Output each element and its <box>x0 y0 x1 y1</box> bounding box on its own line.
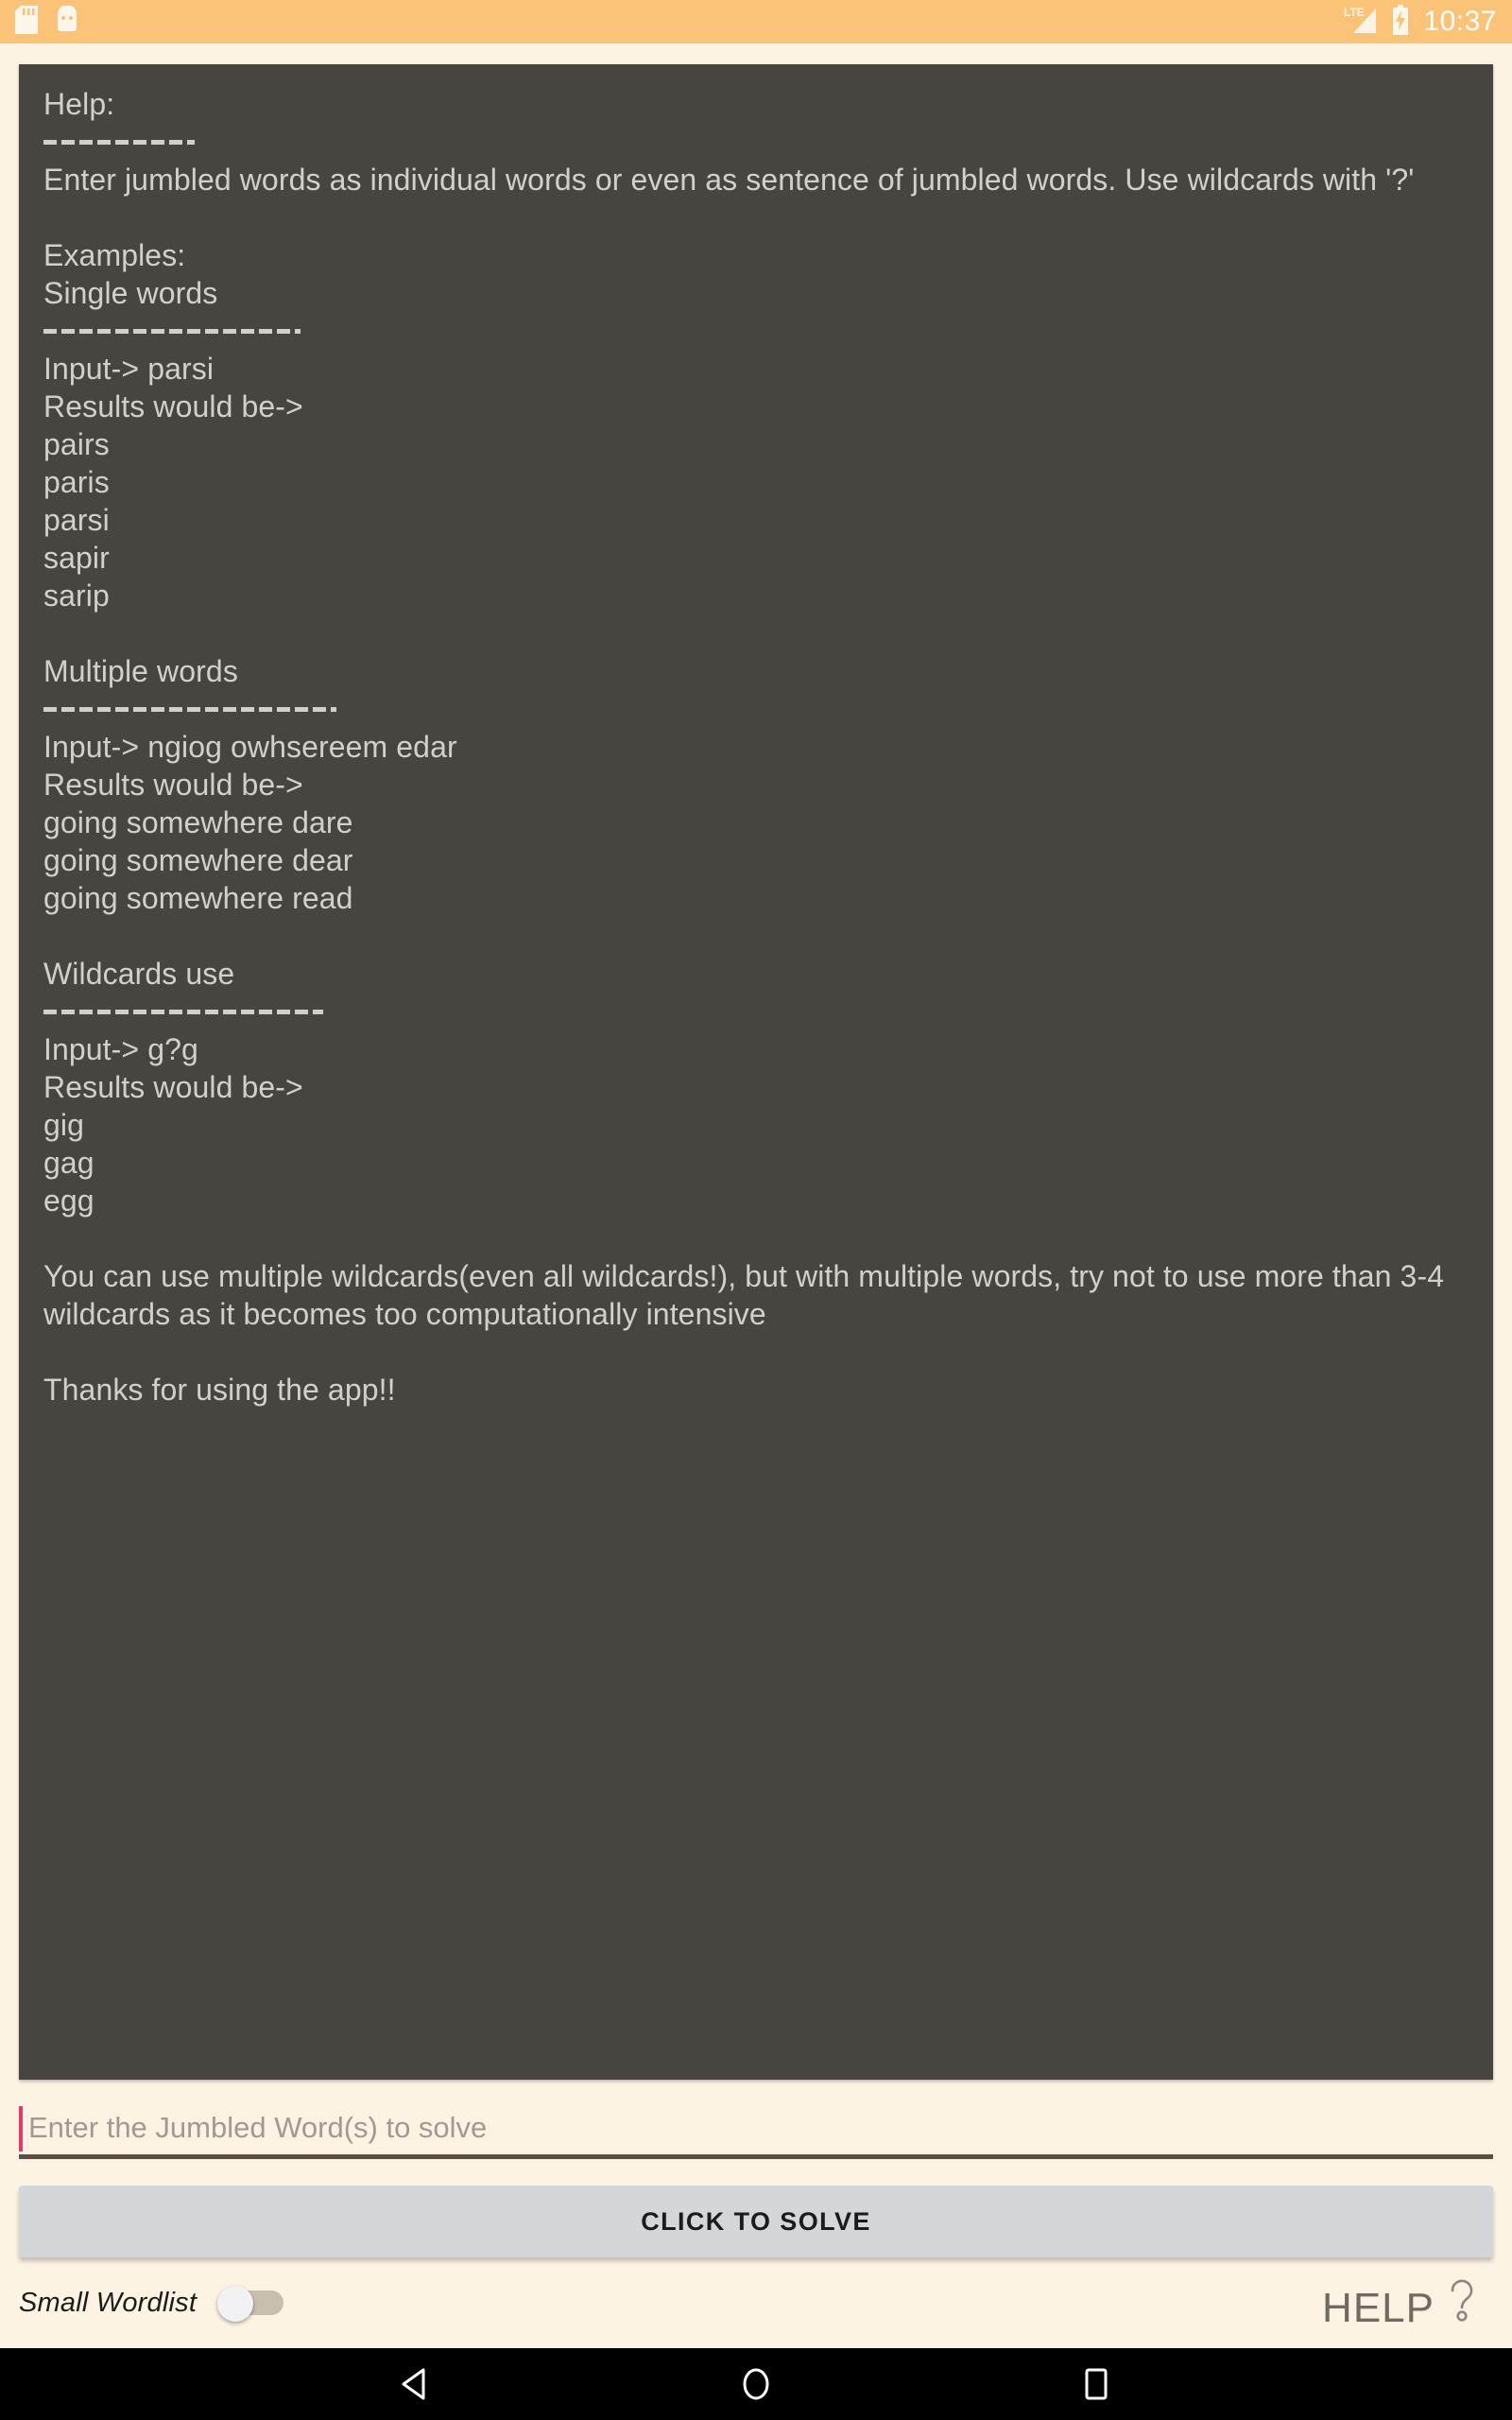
input-row: CLICK TO SOLVE <box>19 2080 1493 2257</box>
home-circle-icon[interactable] <box>713 2348 799 2420</box>
help-blank-line <box>43 1219 1469 1257</box>
status-bar-left-icons <box>15 4 79 39</box>
divider-dashes <box>43 328 301 334</box>
help-blank-line <box>43 614 1469 652</box>
help-line: Wildcards use <box>43 957 235 991</box>
recents-square-icon[interactable] <box>1054 2348 1139 2420</box>
help-line: paris <box>43 465 110 499</box>
help-text-panel: Help: Enter jumbled words as individual w… <box>19 64 1493 2080</box>
help-line: Results would be-> <box>43 1070 303 1104</box>
help-line: going somewhere dare <box>43 805 353 839</box>
lte-signal-icon: LTE <box>1344 5 1382 40</box>
help-blank-line <box>43 917 1469 955</box>
sd-card-icon <box>15 5 38 39</box>
help-line: Results would be-> <box>43 768 303 802</box>
help-button[interactable]: HELP <box>1322 2274 1493 2332</box>
help-line: Input-> ngiog owhsereem edar <box>43 730 457 764</box>
android-icon <box>55 4 79 39</box>
help-divider-rule <box>43 993 1469 1030</box>
help-divider-rule <box>43 312 1469 350</box>
device-screen: LTE 10:37 Help: Enter jumbled words as in… <box>0 0 1512 2420</box>
help-blank-line <box>43 199 1469 236</box>
app-content: Help: Enter jumbled words as individual w… <box>0 43 1512 2348</box>
help-line: going somewhere read <box>43 881 353 915</box>
text-caret <box>19 2106 23 2152</box>
help-line: Multiple words <box>43 654 238 688</box>
help-line: Single words <box>43 276 218 310</box>
help-line: gag <box>43 1146 94 1180</box>
back-triangle-icon[interactable] <box>373 2348 458 2420</box>
help-line: Examples: <box>43 238 186 272</box>
help-line: Input-> g?g <box>43 1032 198 1066</box>
bottom-controls-row: Small Wordlist HELP <box>19 2257 1493 2348</box>
help-blank-line <box>43 1333 1469 1371</box>
status-bar-clock: 10:37 <box>1423 6 1497 37</box>
battery-charging-icon <box>1391 4 1410 40</box>
small-wordlist-toggle[interactable] <box>217 2286 285 2322</box>
help-line: going somewhere dear <box>43 843 353 877</box>
toggle-thumb <box>217 2286 254 2322</box>
status-bar: LTE 10:37 <box>0 0 1512 43</box>
help-line: sapir <box>43 541 110 575</box>
help-line: gig <box>43 1108 85 1142</box>
help-line: Input-> parsi <box>43 352 215 386</box>
help-line: pairs <box>43 427 110 461</box>
android-navigation-bar <box>0 2348 1512 2420</box>
divider-dashes <box>43 706 336 712</box>
help-divider-rule <box>43 690 1469 728</box>
divider-dashes <box>43 1009 323 1014</box>
question-mark-icon <box>1446 2276 1478 2332</box>
help-divider-rule <box>43 123 1469 161</box>
jumbled-word-input[interactable] <box>19 2110 1493 2145</box>
help-line: Help: <box>43 87 115 121</box>
help-line: You can use multiple wildcards(even all … <box>43 1259 1453 1331</box>
divider-dashes <box>43 139 195 145</box>
help-line: parsi <box>43 503 110 537</box>
help-line: Thanks for using the app!! <box>43 1373 396 1407</box>
help-line: sarip <box>43 579 110 613</box>
svg-text:LTE: LTE <box>1344 6 1365 19</box>
help-line: egg <box>43 1184 94 1218</box>
help-line: Enter jumbled words as individual words … <box>43 163 1415 197</box>
small-wordlist-label: Small Wordlist <box>19 2287 198 2318</box>
help-line: Results would be-> <box>43 389 303 424</box>
click-to-solve-button[interactable]: CLICK TO SOLVE <box>19 2186 1493 2257</box>
help-label: HELP <box>1322 2284 1435 2331</box>
status-bar-right-icons: LTE 10:37 <box>1344 4 1497 40</box>
jumbled-word-input-wrapper[interactable] <box>19 2100 1493 2159</box>
